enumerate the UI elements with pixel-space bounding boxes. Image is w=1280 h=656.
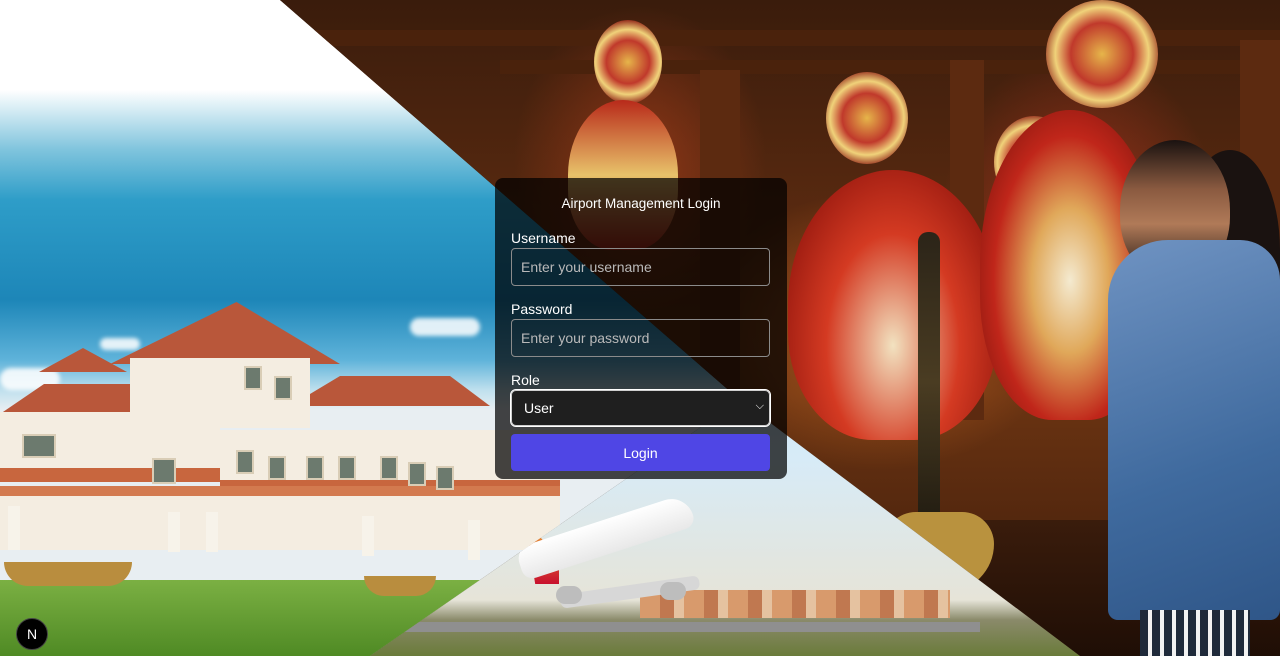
role-select-wrapper: User ⌵ — [510, 389, 771, 427]
username-label: Username — [511, 230, 576, 246]
password-label: Password — [511, 301, 573, 317]
planter — [4, 562, 132, 586]
band — [0, 486, 560, 496]
terminal-roofs — [640, 590, 950, 618]
column — [362, 516, 374, 556]
window — [380, 456, 398, 480]
planter — [364, 576, 436, 596]
next-logo-icon[interactable]: N — [16, 618, 48, 650]
window — [268, 456, 286, 480]
window — [408, 462, 426, 486]
dancer-headdress — [826, 72, 908, 164]
window — [436, 466, 454, 490]
role-label: Role — [511, 372, 540, 388]
column — [168, 512, 180, 552]
column — [468, 520, 480, 560]
role-select[interactable]: User — [510, 389, 771, 427]
woman-denim-jacket — [1108, 240, 1280, 620]
username-input[interactable] — [511, 248, 770, 286]
terminal-building — [0, 300, 580, 580]
window — [338, 456, 356, 480]
password-input[interactable] — [511, 319, 770, 357]
window — [236, 450, 254, 474]
plane-engine — [556, 586, 582, 604]
window — [152, 458, 176, 484]
login-title: Airport Management Login — [561, 196, 721, 211]
login-page: Airport Management Login Username Passwo… — [0, 0, 1280, 656]
dancer-headdress — [1046, 0, 1158, 108]
plane-engine — [660, 582, 686, 600]
window — [244, 366, 262, 390]
column — [206, 512, 218, 552]
column — [8, 506, 20, 550]
login-button[interactable]: Login — [511, 434, 770, 471]
login-form: Airport Management Login Username Passwo… — [495, 178, 787, 479]
dancer — [788, 170, 998, 440]
woman-skirt — [1140, 610, 1250, 656]
window — [306, 456, 324, 480]
brass-lamp — [918, 232, 940, 532]
window — [22, 434, 56, 458]
band — [0, 468, 220, 482]
runway — [400, 622, 980, 632]
dancer-headdress — [594, 20, 662, 104]
roof — [290, 376, 490, 406]
roof — [110, 302, 340, 364]
window — [274, 376, 292, 400]
